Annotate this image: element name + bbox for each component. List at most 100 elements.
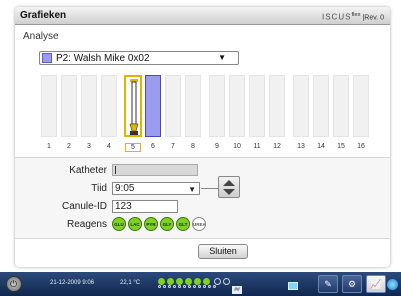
arrow-down-icon[interactable] xyxy=(223,189,235,195)
status-small-dot xyxy=(188,285,191,288)
slot-number-12: 12 xyxy=(273,143,281,150)
chart-icon: 📈 xyxy=(370,279,382,289)
power-button[interactable]: ⏻ xyxy=(6,276,22,292)
status-orb-icon xyxy=(387,279,398,290)
slot-2[interactable] xyxy=(61,75,77,137)
power-icon: ⏻ xyxy=(10,279,18,289)
status-small-dot xyxy=(203,285,206,288)
settings-button[interactable]: ⚙ xyxy=(342,275,362,293)
status-dot xyxy=(176,278,183,285)
reagent-glt-button[interactable]: GLT xyxy=(176,217,190,231)
katheter-label: Katheter xyxy=(69,165,107,176)
slot-6[interactable] xyxy=(145,75,161,137)
patient-select-value: P2: Walsh Mike 0x02 xyxy=(56,53,150,64)
slot-1[interactable] xyxy=(41,75,57,137)
slot-number-11: 11 xyxy=(253,143,261,150)
slot-4[interactable] xyxy=(101,75,117,137)
slot-number-6: 6 xyxy=(151,143,155,150)
slot-number-14: 14 xyxy=(317,143,325,150)
tiid-select[interactable]: 9:05 ▼ xyxy=(112,182,200,195)
status-dot xyxy=(203,278,210,285)
slot-8[interactable] xyxy=(185,75,201,137)
status-small-dot xyxy=(198,285,201,288)
reagent-pyr-button[interactable]: PYR xyxy=(144,217,158,231)
window-title: Grafieken xyxy=(20,10,67,21)
slot-number-13: 13 xyxy=(297,143,305,150)
temperature: 22,1 °C xyxy=(120,280,141,286)
status-small-dot xyxy=(158,285,161,288)
arrow-up-icon[interactable] xyxy=(223,180,235,186)
slot-number-16: 16 xyxy=(357,143,365,150)
status-small-dot xyxy=(173,285,176,288)
status-small-dot xyxy=(163,285,166,288)
slot-number-4: 4 xyxy=(107,143,111,150)
pencil-icon: ✎ xyxy=(324,279,332,289)
taskbar: ⏻ 21-12-2009 9:06 22,1 °C ## ✎ ⚙ 📈 xyxy=(0,272,401,296)
status-indicators: ## xyxy=(158,278,242,294)
slot-9[interactable] xyxy=(209,75,225,137)
slot-14[interactable] xyxy=(313,75,329,137)
slot-15[interactable] xyxy=(333,75,349,137)
status-small-dot xyxy=(183,285,186,288)
chevron-down-icon: ▼ xyxy=(218,53,226,62)
patient-color-swatch xyxy=(42,53,52,63)
gear-icon: ⚙ xyxy=(347,279,357,289)
slot-11[interactable] xyxy=(249,75,265,137)
close-button[interactable]: Sluiten xyxy=(198,244,248,259)
slot-number-7: 7 xyxy=(171,143,175,150)
reagent-gly-button[interactable]: GLY xyxy=(160,217,174,231)
graph-button[interactable]: 📈 xyxy=(366,275,386,293)
title-bar: Grafieken ISCUSflex |Rev. 0 xyxy=(15,7,390,25)
slot-number-10: 10 xyxy=(233,143,241,150)
status-dot xyxy=(194,278,201,285)
slot-12[interactable] xyxy=(269,75,285,137)
patient-select[interactable]: P2: Walsh Mike 0x02 ▼ xyxy=(39,51,239,65)
canule-id-value: 123 xyxy=(115,201,132,212)
status-ring xyxy=(214,278,221,285)
canule-id-field[interactable]: 123 xyxy=(112,200,178,213)
slot-3[interactable] xyxy=(81,75,97,137)
slot-number-8: 8 xyxy=(191,143,195,150)
slot-number-15: 15 xyxy=(337,143,345,150)
slot-number-3: 3 xyxy=(87,143,91,150)
reagent-lac-button[interactable]: LAC xyxy=(128,217,142,231)
slot-7[interactable] xyxy=(165,75,181,137)
status-dot xyxy=(185,278,192,285)
analyse-label: Analyse xyxy=(23,31,59,42)
reagent-glu-button[interactable]: GLU xyxy=(112,217,126,231)
reagens-label: Reagens xyxy=(66,219,107,230)
status-dot xyxy=(167,278,174,285)
status-small-dot xyxy=(178,285,181,288)
status-small-dot xyxy=(208,285,211,288)
slot-number-2: 2 xyxy=(67,143,71,150)
status-ring xyxy=(223,278,230,285)
edit-button[interactable]: ✎ xyxy=(318,275,338,293)
status-small-dot xyxy=(168,285,171,288)
status-small-dot xyxy=(213,285,216,288)
slot-16[interactable] xyxy=(353,75,369,137)
time-stepper[interactable] xyxy=(218,176,240,198)
spin-connector xyxy=(201,188,218,189)
text-caret xyxy=(115,166,116,174)
sample-form: Katheter Tiid 9:05 ▼ Canule-ID 123 Reage… xyxy=(15,157,390,239)
slot-number-9: 9 xyxy=(215,143,219,150)
slot-5[interactable] xyxy=(124,75,142,137)
status-small-dot xyxy=(193,285,196,288)
catheter-vial-icon xyxy=(129,79,139,135)
tiid-label: Tiid xyxy=(91,183,107,194)
display-icon[interactable] xyxy=(288,282,298,290)
chevron-down-icon: ▼ xyxy=(188,185,196,194)
grafieken-window: Grafieken ISCUSflex |Rev. 0 Analyse P2: … xyxy=(15,7,390,267)
katheter-field[interactable] xyxy=(112,164,198,176)
status-dot xyxy=(158,278,165,285)
slot-10[interactable] xyxy=(229,75,245,137)
slot-13[interactable] xyxy=(293,75,309,137)
tiid-value: 9:05 xyxy=(115,183,135,194)
slot-strip: 1 2 3 4 5 6 7 8 9 10 11 12 13 14 15 16 xyxy=(41,75,375,155)
slot-number-5: 5 xyxy=(125,143,141,152)
brand-logo: ISCUSflex |Rev. 0 xyxy=(321,12,384,22)
datetime: 21-12-2009 9:06 xyxy=(50,280,95,286)
slot-number-1: 1 xyxy=(47,143,51,150)
reagent-urea-button[interactable]: UREA xyxy=(192,217,206,231)
canule-label: Canule-ID xyxy=(61,201,107,212)
